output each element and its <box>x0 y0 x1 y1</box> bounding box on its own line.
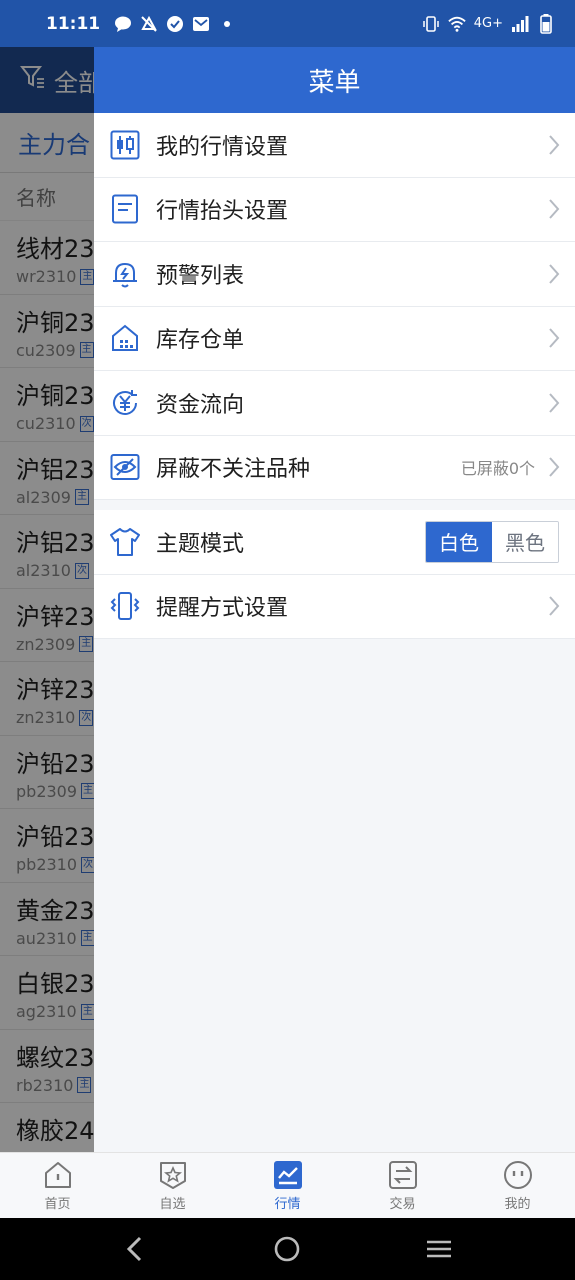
status-bar: 11:11 4G+ <box>0 0 575 47</box>
menu-item-my-quote-settings[interactable]: 我的行情设置 <box>94 113 575 178</box>
chevron-right-icon <box>549 596 560 616</box>
menu-group-settings: 主题模式 白色 黑色 提醒方式设置 <box>94 510 575 639</box>
star-shield-icon <box>159 1162 186 1189</box>
menu-item-label: 预警列表 <box>156 263 245 289</box>
nav-label: 我的 <box>504 1197 531 1212</box>
vibrate-icon <box>422 15 440 33</box>
chart-icon <box>273 1161 302 1189</box>
menu-item-alert-list[interactable]: 预警列表 <box>94 242 575 307</box>
chevron-right-icon <box>549 199 560 219</box>
nav-label: 行情 <box>274 1197 301 1212</box>
menu-item-theme-mode: 主题模式 白色 黑色 <box>94 510 575 575</box>
drawer-header: 菜单 <box>94 47 575 113</box>
menu-item-hide-varieties[interactable]: 屏蔽不关注品种 已屏蔽0个 <box>94 436 575 500</box>
nav-home[interactable]: 首页 <box>0 1153 115 1218</box>
nav-trade[interactable]: 交易 <box>345 1153 460 1218</box>
signal-icon <box>511 15 529 33</box>
check-circle-icon <box>166 15 184 33</box>
menu-item-label: 我的行情设置 <box>156 134 289 160</box>
nav-mine[interactable]: 我的 <box>460 1153 575 1218</box>
theme-toggle: 白色 黑色 <box>425 520 559 563</box>
hidden-count: 已屏蔽0个 <box>460 459 535 479</box>
menu-item-reminder-settings[interactable]: 提醒方式设置 <box>94 575 575 639</box>
system-nav-bar <box>0 1218 575 1280</box>
menu-drawer: 菜单 我的行情设置 行情抬头设置 预警列表 库存仓单 资金流向 屏蔽不关注品种 … <box>94 47 575 1152</box>
theme-option-white[interactable]: 白色 <box>426 521 492 562</box>
home-button-icon[interactable] <box>272 1234 302 1264</box>
recents-icon[interactable] <box>424 1234 454 1264</box>
chevron-right-icon <box>549 264 560 284</box>
mail-icon <box>192 15 210 33</box>
menu-item-header-settings[interactable]: 行情抬头设置 <box>94 178 575 242</box>
battery-icon <box>537 13 555 34</box>
exchange-icon <box>388 1161 417 1189</box>
nav-label: 首页 <box>44 1197 71 1212</box>
face-icon <box>503 1161 532 1189</box>
bottom-nav: 首页 自选 行情 交易 我的 <box>0 1152 575 1218</box>
wifi-icon <box>448 15 466 33</box>
candlestick-icon <box>108 128 142 162</box>
drawer-title: 菜单 <box>308 67 361 98</box>
tshirt-icon <box>108 525 142 559</box>
network-label: 4G+ <box>473 16 503 31</box>
theme-label: 主题模式 <box>156 531 245 557</box>
alarm-bell-icon <box>108 257 142 291</box>
muted-icon <box>140 15 158 33</box>
dot-icon <box>218 15 236 33</box>
status-time: 11:11 <box>46 13 101 34</box>
menu-item-fund-flow[interactable]: 资金流向 <box>94 371 575 436</box>
chevron-right-icon <box>549 328 560 348</box>
yuan-cycle-icon <box>108 386 142 420</box>
menu-item-label: 提醒方式设置 <box>156 596 289 622</box>
menu-item-label: 行情抬头设置 <box>156 199 289 225</box>
vibrate-phone-icon <box>108 589 142 623</box>
nav-label: 自选 <box>159 1197 186 1212</box>
home-icon <box>44 1162 71 1188</box>
warehouse-icon <box>108 321 142 355</box>
chevron-right-icon <box>549 135 560 155</box>
group-divider <box>94 500 575 510</box>
menu-item-label: 库存仓单 <box>156 328 245 354</box>
chevron-right-icon <box>549 457 560 477</box>
menu-item-warehouse-receipts[interactable]: 库存仓单 <box>94 307 575 371</box>
eye-hidden-icon <box>108 450 142 484</box>
chevron-right-icon <box>549 393 560 413</box>
nav-label: 交易 <box>389 1197 416 1212</box>
menu-group-main: 我的行情设置 行情抬头设置 预警列表 库存仓单 资金流向 屏蔽不关注品种 已屏蔽… <box>94 113 575 500</box>
theme-option-black[interactable]: 黑色 <box>492 521 558 562</box>
document-icon <box>108 192 142 226</box>
back-icon[interactable] <box>121 1234 151 1264</box>
menu-item-label: 屏蔽不关注品种 <box>156 457 311 483</box>
nav-watchlist[interactable]: 自选 <box>115 1153 230 1218</box>
message-icon <box>114 15 132 33</box>
nav-market[interactable]: 行情 <box>230 1153 345 1218</box>
menu-item-label: 资金流向 <box>156 392 245 418</box>
